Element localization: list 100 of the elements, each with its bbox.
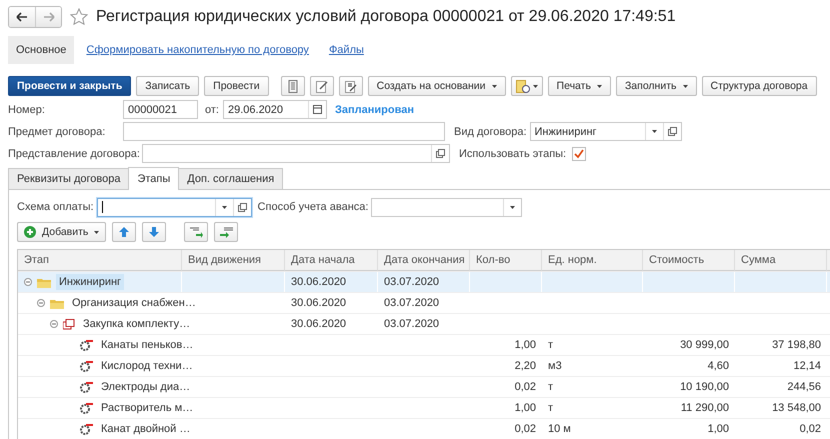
stage-name: Организация снабжен… bbox=[71, 296, 197, 311]
quantity: 1,00 bbox=[514, 339, 536, 351]
open-icon bbox=[668, 127, 677, 136]
caret-icon bbox=[510, 206, 516, 208]
stage-name: Кислород техни… bbox=[100, 359, 194, 374]
section-tab[interactable]: Основное bbox=[8, 36, 74, 64]
collapse-toggle[interactable] bbox=[50, 320, 58, 328]
arrow-down-icon bbox=[149, 227, 160, 237]
open-icon bbox=[436, 149, 445, 158]
advance-method-field[interactable] bbox=[371, 198, 522, 216]
cost: 30 999,00 bbox=[680, 339, 729, 351]
form-tab[interactable]: Доп. соглашения bbox=[178, 168, 284, 189]
end-date: 03.07.2020 bbox=[384, 276, 440, 288]
advance-method-label: Способ учета аванса: bbox=[258, 201, 368, 213]
section-link[interactable]: Сформировать накопительную по договору bbox=[78, 36, 317, 64]
caret-icon bbox=[652, 130, 657, 133]
unit: м3 bbox=[548, 360, 562, 372]
column-header[interactable]: Кол-во bbox=[470, 250, 542, 271]
number-field[interactable]: 00000021 bbox=[123, 100, 198, 119]
toolbar-button[interactable]: Заполнить bbox=[616, 76, 696, 96]
unit: т bbox=[548, 381, 554, 393]
move-up-button[interactable] bbox=[112, 222, 136, 242]
form-tab[interactable]: Реквизиты договора bbox=[8, 168, 130, 189]
checkmark-icon bbox=[574, 148, 584, 158]
back-button[interactable] bbox=[9, 7, 35, 27]
sum: 12,14 bbox=[793, 360, 821, 372]
unit: т bbox=[548, 339, 554, 351]
payment-scheme-field[interactable] bbox=[96, 198, 252, 216]
contract-type-field[interactable]: Инжиниринг bbox=[530, 122, 682, 141]
window-title: Регистрация юридических условий договора 00000021 от 29.06.2020 17:49:51 bbox=[96, 8, 676, 26]
folder-icon bbox=[50, 298, 64, 308]
post-and-close-button[interactable]: Провести и закрыть bbox=[8, 76, 132, 96]
column-header[interactable]: Стоимость bbox=[643, 250, 735, 271]
edit-icon bbox=[316, 80, 328, 92]
stage-name: Растворитель м… bbox=[100, 401, 194, 416]
sum: 0,02 bbox=[800, 423, 821, 435]
collapse-button[interactable] bbox=[184, 222, 208, 242]
toolbar-button[interactable]: Структура договора bbox=[702, 76, 817, 96]
move-down-button[interactable] bbox=[142, 222, 166, 242]
unit: т bbox=[548, 402, 554, 414]
use-stages-checkbox[interactable] bbox=[572, 146, 586, 160]
contract-type-label: Вид договора: bbox=[454, 126, 527, 138]
title-label: Представление договора: bbox=[8, 148, 140, 160]
table-row[interactable]: Инжиниринг 30.06.2020 03.07.2020 bbox=[18, 272, 830, 293]
number-label: Номер: bbox=[8, 104, 46, 116]
collapse-toggle[interactable] bbox=[37, 299, 45, 307]
list-icon bbox=[288, 80, 298, 92]
cost: 10 190,00 bbox=[680, 381, 729, 393]
end-date: 03.07.2020 bbox=[384, 297, 440, 309]
end-date: 03.07.2020 bbox=[384, 318, 440, 330]
caret-icon bbox=[532, 84, 538, 88]
attachments-menu-button[interactable] bbox=[510, 76, 543, 96]
edit-document-button[interactable] bbox=[338, 76, 363, 96]
toolbar-button[interactable]: Печать bbox=[548, 76, 611, 96]
quantity: 2,20 bbox=[514, 360, 536, 372]
column-header[interactable]: Ед. норм. bbox=[542, 250, 643, 271]
document-edit-icon bbox=[344, 80, 357, 92]
edit-button[interactable] bbox=[310, 76, 334, 96]
back-arrow-icon bbox=[16, 12, 28, 22]
document-icon bbox=[63, 318, 75, 330]
stage-name: Канат двойной … bbox=[100, 422, 192, 437]
quantity: 1,00 bbox=[514, 402, 536, 414]
column-header[interactable]: Этап bbox=[18, 250, 182, 271]
add-button[interactable]: Добавить bbox=[17, 222, 106, 242]
star-icon bbox=[70, 8, 88, 26]
subject-field[interactable] bbox=[123, 122, 445, 141]
collapse-toggle[interactable] bbox=[24, 278, 32, 286]
column-header[interactable]: Вид движения bbox=[182, 250, 285, 271]
caret-icon bbox=[492, 84, 497, 88]
start-date: 30.06.2020 bbox=[291, 297, 346, 309]
caret-icon bbox=[222, 206, 227, 208]
section-link[interactable]: Файлы bbox=[320, 36, 372, 64]
caret-icon bbox=[94, 230, 100, 234]
start-date: 30.06.2020 bbox=[291, 276, 346, 288]
column-header[interactable]: Дата окончания bbox=[378, 250, 470, 271]
favorite-star-icon[interactable] bbox=[70, 8, 88, 26]
date-field[interactable]: 29.06.2020 bbox=[222, 100, 327, 119]
forward-arrow-icon bbox=[42, 12, 54, 22]
toolbar-button[interactable]: Провести bbox=[204, 76, 269, 96]
form-tab[interactable]: Этапы bbox=[128, 167, 180, 190]
status-link[interactable]: Запланирован bbox=[334, 104, 414, 116]
toolbar-button[interactable]: Записать bbox=[136, 76, 200, 96]
calendar-icon bbox=[312, 105, 322, 114]
subject-label: Предмет договора: bbox=[8, 126, 106, 138]
cost: 11 290,00 bbox=[680, 402, 729, 414]
title-field[interactable] bbox=[142, 144, 450, 163]
expand-button[interactable] bbox=[214, 222, 238, 242]
stage-name: Инжиниринг bbox=[56, 274, 124, 290]
column-header[interactable]: Дата начала bbox=[285, 250, 378, 271]
document-clock-icon bbox=[516, 80, 530, 92]
toolbar-button[interactable]: Создать на основании bbox=[368, 76, 506, 96]
list-button[interactable] bbox=[280, 76, 305, 96]
quantity: 0,02 bbox=[514, 381, 536, 393]
date-label: от: bbox=[205, 104, 219, 116]
column-header[interactable]: Сумма bbox=[735, 250, 827, 271]
stage-name: Электроды диа… bbox=[100, 380, 192, 395]
caret-icon bbox=[596, 84, 602, 88]
stage-name: Закупка комплекту… bbox=[82, 317, 192, 332]
plus-icon bbox=[24, 226, 36, 238]
cost: 4,60 bbox=[708, 360, 729, 372]
